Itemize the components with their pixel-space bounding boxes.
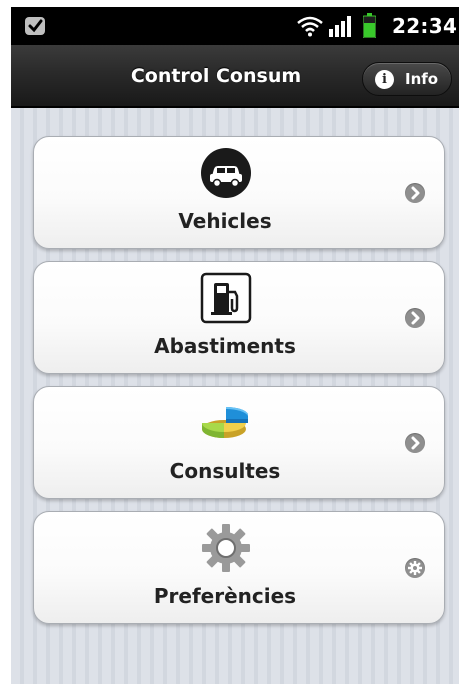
car-icon [201,148,251,198]
pie-chart-icon [202,406,248,438]
info-button-label: Info [405,70,439,88]
battery-icon [363,13,376,38]
status-bar: 22:34 [11,7,459,45]
chevron-right-icon [405,308,425,328]
phone-screen: 22:34 Control Consum i Info Vehicles Aba… [11,7,459,684]
menu-item-label: Preferències [153,584,297,608]
fuel-pump-icon [200,272,252,324]
gear-icon [202,524,250,572]
menu-item-label: Abastiments [154,334,296,358]
page-title: Control Consum [130,65,302,87]
menu-item-preferencies[interactable]: Preferències [33,511,445,624]
info-button[interactable]: i Info [362,62,452,96]
wifi-icon [297,16,323,37]
menu-item-consultes[interactable]: Consultes [33,386,445,499]
app-header: Control Consum i Info [11,45,459,107]
notification-icon [25,17,45,35]
settings-gear-icon [405,558,425,578]
chevron-right-icon [405,433,425,453]
menu-item-label: Vehicles [178,209,272,233]
menu-item-label: Consultes [169,459,281,483]
menu-list: Vehicles Abastiments Consultes Preferènc… [11,108,459,684]
menu-item-abastiments[interactable]: Abastiments [33,261,445,374]
status-time: 22:34 [392,14,458,38]
menu-item-vehicles[interactable]: Vehicles [33,136,445,249]
info-icon: i [375,70,394,89]
signal-icon [329,16,351,37]
chevron-right-icon [405,183,425,203]
